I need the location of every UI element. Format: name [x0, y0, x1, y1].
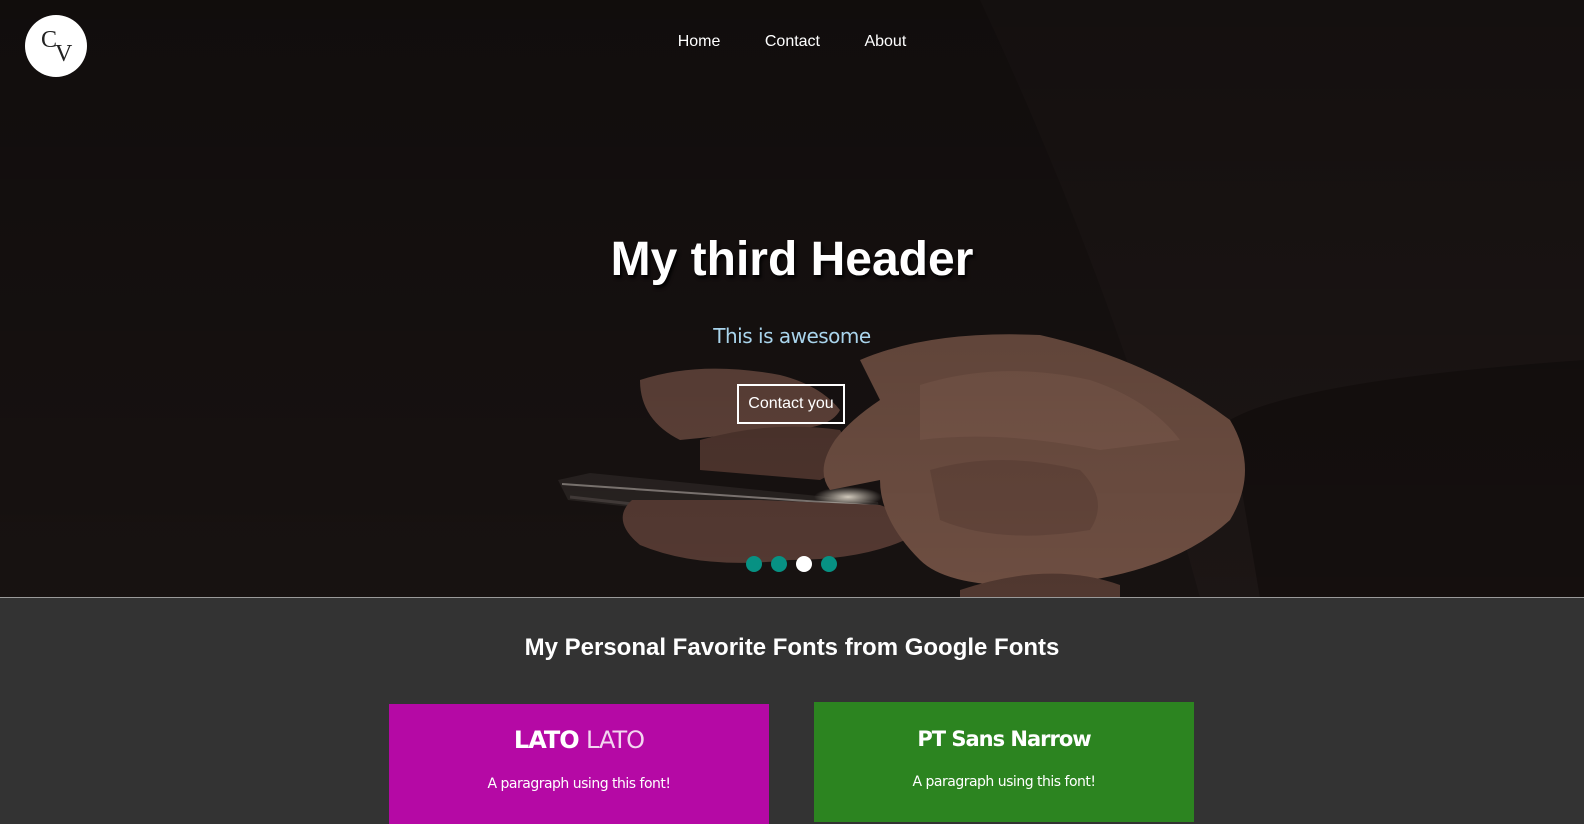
carousel-dot-4[interactable] [821, 556, 837, 572]
hero-background-image [0, 0, 1584, 598]
nav-home-link[interactable]: Home [678, 33, 721, 51]
font-card-pt-sans-narrow-text: A paragraph using this font! [912, 774, 1097, 790]
carousel-dot-1[interactable] [746, 556, 762, 572]
font-card-pt-sans-narrow-title: PT Sans Narrow [917, 727, 1091, 751]
fonts-section: My Personal Favorite Fonts from Google F… [0, 598, 1584, 824]
nav-contact-link[interactable]: Contact [765, 33, 820, 51]
hero-subtitle: This is awesome [713, 324, 871, 348]
font-card-lato: LATO LATO A paragraph using this font! [389, 704, 769, 824]
fonts-section-title: My Personal Favorite Fonts from Google F… [524, 634, 1060, 661]
hero-title: My third Header [610, 233, 974, 286]
nav-about-link[interactable]: About [864, 33, 906, 51]
hero-carousel: C V Home Contact About My third Header T… [0, 0, 1584, 598]
main-nav: Home Contact About [0, 33, 1584, 51]
carousel-dot-3[interactable] [796, 556, 812, 572]
font-card-lato-title-bold: LATO [513, 726, 580, 754]
font-card-lato-title: LATO LATO [389, 704, 769, 754]
font-card-pt-sans-narrow: PT Sans Narrow A paragraph using this fo… [814, 702, 1194, 822]
font-card-lato-text: A paragraph using this font! [487, 776, 672, 792]
contact-you-button[interactable]: Contact you [737, 384, 845, 424]
carousel-indicators [746, 556, 846, 572]
font-card-lato-title-light: LATO [586, 726, 645, 754]
carousel-dot-2[interactable] [771, 556, 787, 572]
